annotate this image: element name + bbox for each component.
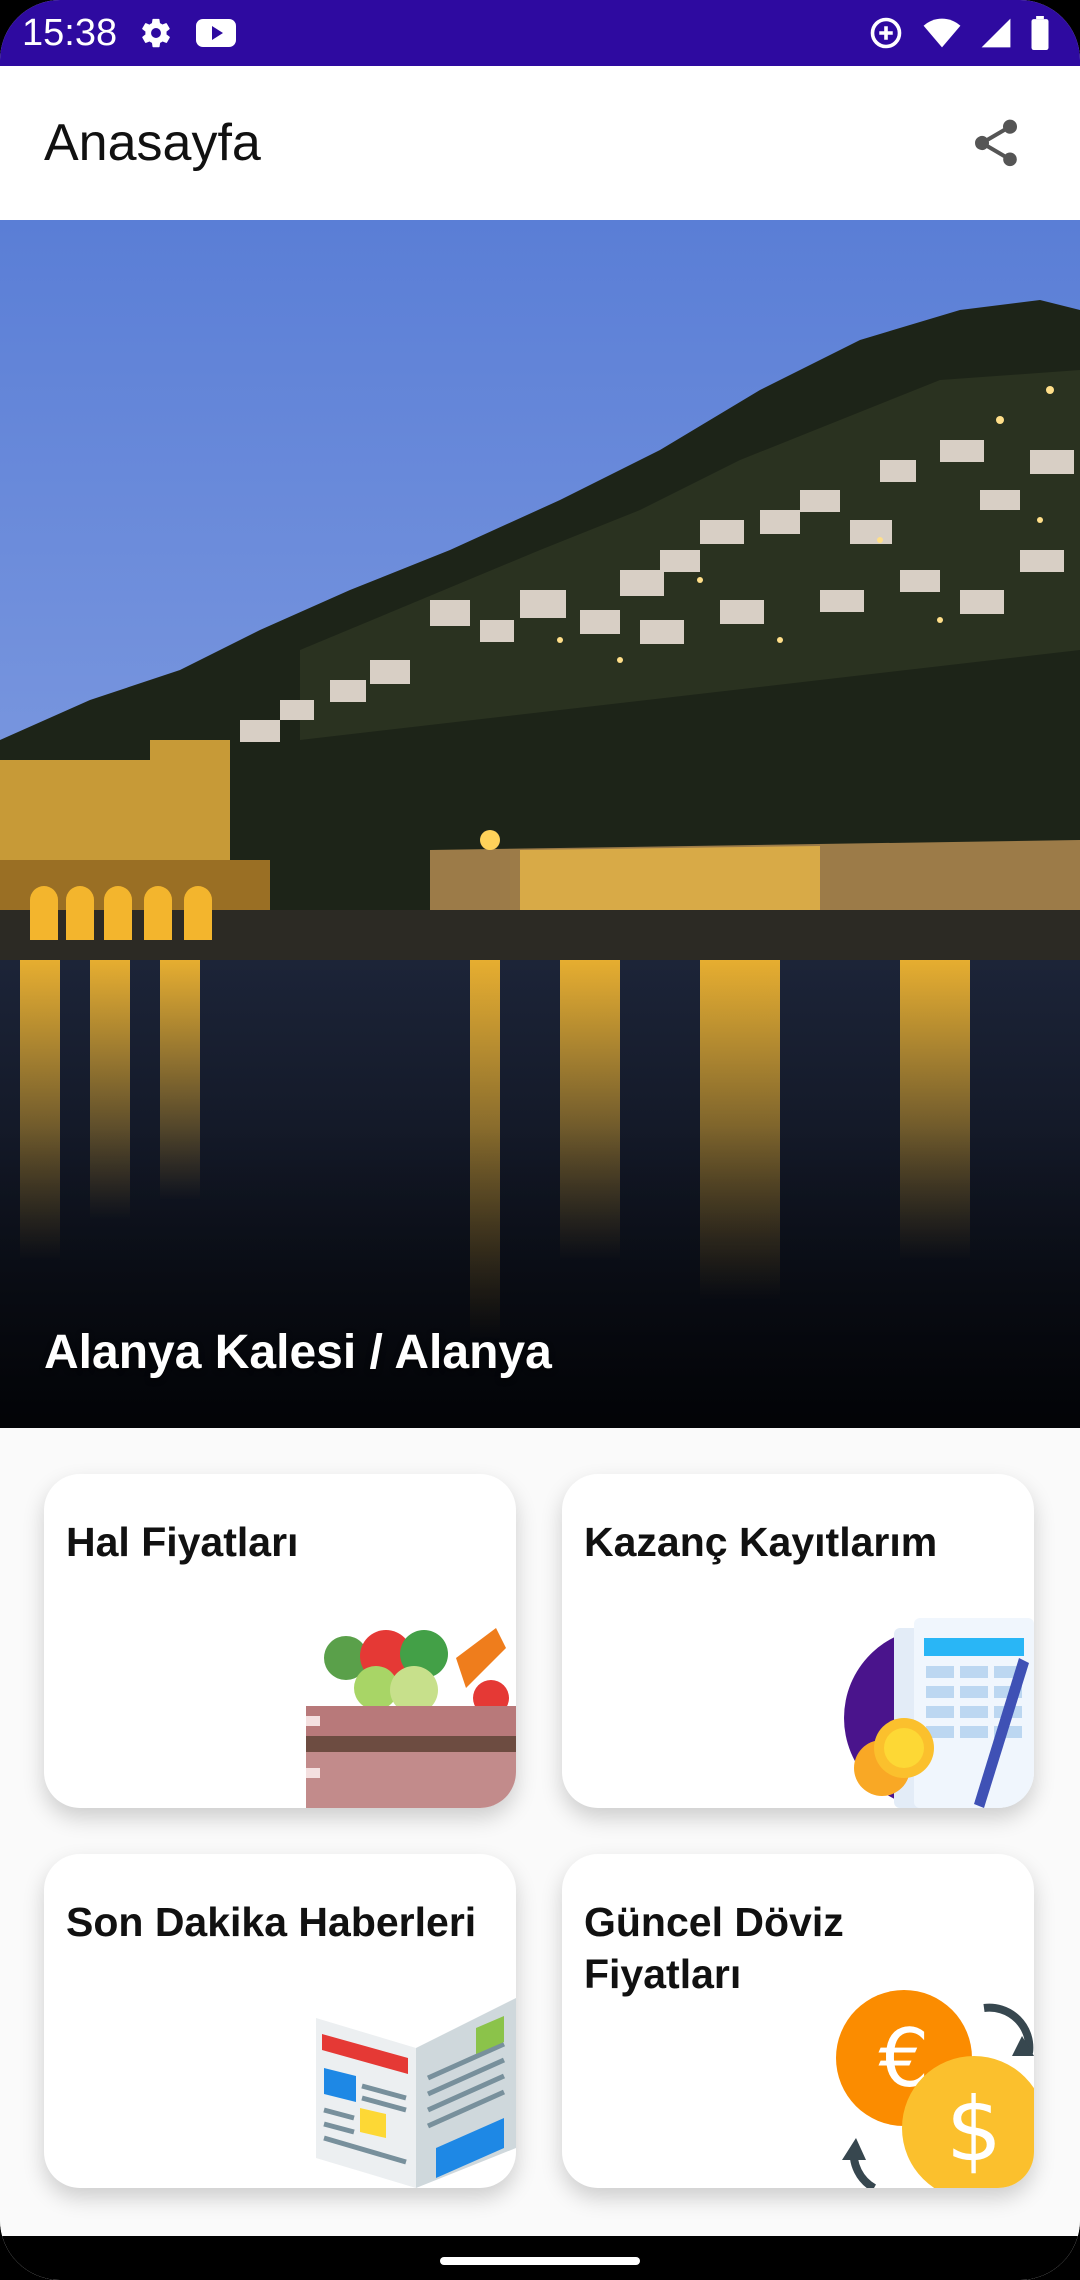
card-title: Güncel Döviz Fiyatları [584,1899,844,1997]
card-title: Kazanç Kayıtlarım [584,1519,938,1565]
card-hal-fiyatlari[interactable]: Hal Fiyatları [44,1474,516,1808]
hero-photo [0,220,1080,1428]
card-title: Hal Fiyatları [66,1519,299,1565]
status-time: 15:38 [22,11,118,54]
svg-text:$: $ [946,2078,1002,2181]
ledger-coins-icon [844,1618,1034,1808]
data-saver-icon [868,15,904,51]
wifi-icon [922,17,962,49]
feature-grid: Hal Fiyatları Kazanç Kayıtlarım Son Daki… [0,1428,1080,2280]
app-bar: Anasayfa [0,66,1080,220]
currency-exchange-icon: € $ [836,1990,1034,2188]
youtube-icon [195,17,237,49]
status-bar: 15:38 [0,0,1080,66]
app-screen: 15:38 Anasayfa Alanya Kalesi / Alanya Ha… [0,0,1080,2280]
home-gesture-handle[interactable] [440,2257,640,2265]
hero-caption: Alanya Kalesi / Alanya [44,1326,552,1379]
share-button[interactable] [956,103,1036,183]
card-kazanc-kayitlarim[interactable]: Kazanç Kayıtlarım [562,1474,1034,1808]
newspaper-icon [316,1998,516,2188]
hero-banner[interactable]: Alanya Kalesi / Alanya [0,220,1080,1428]
battery-icon [1030,16,1050,50]
page-title: Anasayfa [44,114,261,172]
gear-icon [139,16,173,50]
signal-icon [980,17,1012,49]
card-guncel-doviz-fiyatlari[interactable]: Güncel Döviz Fiyatları € $ [562,1854,1034,2188]
share-icon [968,115,1024,171]
card-title: Son Dakika Haberleri [66,1899,477,1945]
status-icons-right [868,15,1050,51]
status-icons-left [139,16,237,50]
vegetable-crate-icon [306,1628,516,1808]
card-son-dakika-haberleri[interactable]: Son Dakika Haberleri [44,1854,516,2188]
